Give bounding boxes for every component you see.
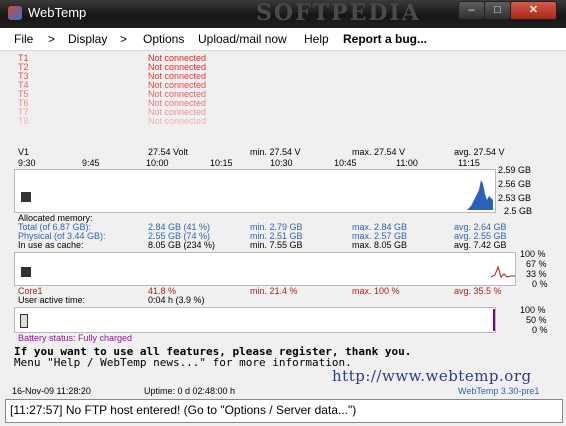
voltage-label: V1 [18,147,30,157]
battery-scale-label: 50 % [526,315,547,325]
voltage-avg: avg. 27.54 V [454,147,505,157]
cpu-scale-label: 0 % [532,279,548,289]
cpu-avg: avg. 35.5 % [454,286,502,296]
memory-scale-label: 2.5 GB [504,206,533,216]
battery-status: Battery status: Fully charged [18,333,133,343]
voltage-value: 27.54 Volt [148,147,189,157]
time-tick: 11:15 [458,158,480,168]
menu-arrow-2[interactable]: > [120,32,127,46]
sensor-value: Not connected [148,116,207,126]
active-time-label: User active time: [18,295,86,305]
sensor-label: T8 [18,116,29,126]
memory-min: min. 7.55 GB [250,240,303,250]
time-tick: 10:00 [146,158,169,168]
voltage-max: max. 27.54 V [352,147,406,157]
monitor-panel: T1 Not connected T2 Not connected T3 Not… [10,52,548,397]
version: WebTemp 3.30-pre1 [458,386,540,396]
menu-arrow-1[interactable]: > [48,32,55,46]
cpu-graph [14,252,516,286]
status-bar: [11:27:57] No FTP host entered! (Go to "… [5,399,563,423]
softpedia-watermark: SOFTPEDIA [256,0,421,26]
menu-upload[interactable]: Upload/mail now [198,32,287,46]
cpu-scale-label: 100 % [520,249,546,259]
register-info: Menu "Help / WebTemp news..." for more i… [14,356,352,369]
menu-bar: File > Display > Options Upload/mail now… [0,28,566,51]
cpu-usage-line [490,265,515,278]
battery-graph-plot [493,309,495,331]
cpu-min: min. 21.4 % [250,286,298,296]
time-tick: 11:00 [396,158,418,168]
current-datetime: 16-Nov-09 11:28:20 [12,386,91,396]
menu-help[interactable]: Help [304,32,329,46]
website-link[interactable]: http://www.webtemp.org [332,367,532,385]
memory-scale-label: 2.56 GB [498,179,532,189]
menu-display[interactable]: Display [68,32,107,46]
title-bar[interactable]: WebTemp SOFTPEDIA – □ ✕ [0,0,566,28]
memory-usage-area [467,180,493,210]
memory-graph-plot [467,180,493,210]
window-title: WebTemp [28,5,87,20]
time-tick: 10:15 [210,158,233,168]
menu-report-bug[interactable]: Report a bug... [343,32,427,46]
memory-avg: avg. 7.42 GB [454,240,507,250]
time-tick: 10:30 [270,158,293,168]
menu-options[interactable]: Options [143,32,184,46]
cpu-graph-plot [490,265,515,278]
time-tick: 9:45 [82,158,100,168]
cpu-max: max. 100 % [352,286,400,296]
webtemp-window: WebTemp SOFTPEDIA – □ ✕ File > Display >… [0,0,566,426]
memory-max: max. 8.05 GB [352,240,408,250]
voltage-min: min. 27.54 V [250,147,301,157]
menu-file[interactable]: File [14,32,33,46]
battery-scale-label: 0 % [532,325,548,335]
battery-graph [14,307,496,333]
battery-level-bar [493,309,495,331]
memory-scale-label: 2.53 GB [498,193,532,203]
maximize-button[interactable]: □ [484,1,511,20]
memory-graph [14,169,496,213]
battery-scale-label: 100 % [520,305,546,315]
cpu-scale-label: 67 % [526,259,547,269]
cpu-scale-label: 33 % [526,269,547,279]
memory-label: In use as cache: [18,240,84,250]
active-time-value: 0:04 h (3.9 %) [148,295,205,305]
memory-scale-label: 2.59 GB [498,165,532,175]
uptime: Uptime: 0 d 02:48:00 h [144,386,236,396]
status-message: [11:27:57] No FTP host entered! (Go to "… [10,403,357,417]
close-button[interactable]: ✕ [510,1,557,20]
memory-value: 8.05 GB (234 %) [148,240,216,250]
minimize-button[interactable]: – [458,1,485,20]
webtemp-app-icon [8,6,22,20]
time-tick: 9:30 [18,158,36,168]
time-tick: 10:45 [334,158,357,168]
